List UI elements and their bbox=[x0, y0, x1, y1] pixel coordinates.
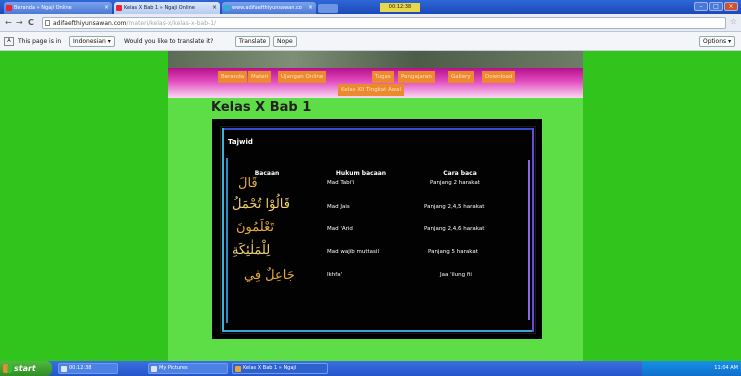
close-icon[interactable]: × bbox=[308, 2, 313, 14]
back-arrow-icon[interactable]: ← bbox=[5, 18, 12, 27]
options-label: Options bbox=[703, 38, 727, 45]
translate-icon: A bbox=[4, 37, 14, 46]
cara-cell: Panjang 2,4,6 harakat bbox=[424, 226, 485, 232]
arabic-word: قَالُوْا تُحْمَلُ bbox=[232, 197, 290, 212]
cara-cell: Jaa 'ilung fii bbox=[440, 272, 472, 278]
site-menu: Beranda Materi Ujangan Online Tugas Peng… bbox=[168, 68, 583, 98]
tab-beranda[interactable]: Beranda » Ngaji Online × bbox=[4, 2, 112, 14]
maximize-button[interactable]: □ bbox=[709, 2, 723, 11]
folder-icon bbox=[151, 366, 157, 372]
translate-button[interactable]: Translate bbox=[235, 36, 271, 47]
hukum-cell: Mad Tabi'i bbox=[327, 180, 355, 186]
tajwid-title: Tajwid bbox=[228, 138, 253, 146]
close-window-button[interactable]: × bbox=[724, 2, 738, 11]
tab-label: Kelas X Bab 1 » Ngaji Online bbox=[124, 5, 195, 11]
task-clock[interactable]: 00:12:38 bbox=[58, 363, 118, 374]
menu-materi[interactable]: Materi bbox=[248, 71, 272, 83]
start-label: start bbox=[14, 364, 36, 373]
task-kelas-x-bab-1[interactable]: Kelas X Bab 1 » Ngaji bbox=[232, 363, 328, 374]
url-host: adifaefthiyunsawan.com bbox=[53, 20, 127, 27]
hukum-cell: Mad wajib muttasil bbox=[327, 249, 379, 255]
arabic-word: لِلْمَلٰئِكَةِ bbox=[232, 243, 271, 258]
reload-icon[interactable]: C bbox=[28, 18, 34, 27]
cara-cell: Panjang 2 harakat bbox=[430, 180, 480, 186]
header-hukum-bacaan: Hukum bacaan bbox=[335, 170, 387, 177]
cara-cell: Panjang 5 harakat bbox=[428, 249, 478, 255]
favicon-icon bbox=[116, 5, 122, 11]
url-path: /materi/kelas-x/kelas-x-bab-1/ bbox=[126, 20, 217, 27]
arabic-word: جَاعِلٌ فِي bbox=[244, 268, 295, 283]
bookmark-star-icon[interactable]: ☆ bbox=[730, 17, 737, 26]
task-label: 00:12:38 bbox=[69, 365, 92, 371]
hukum-cell: Ikhfa' bbox=[327, 272, 343, 278]
arabic-word: تَعْلَمُونَ bbox=[236, 220, 274, 235]
menu-gallery[interactable]: Gallery bbox=[448, 71, 474, 83]
task-my-pictures[interactable]: My Pictures bbox=[148, 363, 228, 374]
favicon-icon bbox=[6, 5, 12, 11]
neon-inner-left bbox=[226, 158, 228, 323]
close-icon[interactable]: × bbox=[104, 2, 109, 14]
minimize-button[interactable]: – bbox=[694, 2, 708, 11]
menu-tugas[interactable]: Tugas bbox=[372, 71, 394, 83]
arabic-word: قَالَ bbox=[238, 176, 258, 191]
translate-question: Would you like to translate it? bbox=[124, 38, 214, 45]
menu-kelas-xii[interactable]: Kelas XII Tingkat Awal bbox=[338, 84, 404, 96]
start-button[interactable]: start bbox=[0, 361, 52, 376]
favicon-icon bbox=[224, 5, 230, 11]
page-icon bbox=[45, 20, 50, 26]
neon-border-top bbox=[222, 128, 534, 130]
translate-prefix: This page is in bbox=[18, 38, 62, 45]
address-toolbar: ← → C adifaefthiyunsawan.com/materi/kela… bbox=[0, 14, 741, 32]
page-title: Kelas X Bab 1 bbox=[211, 100, 312, 115]
language-select[interactable]: Indonesian ▾ bbox=[69, 36, 115, 47]
menu-ujangan-online[interactable]: Ujangan Online bbox=[278, 71, 327, 83]
neon-inner-right bbox=[528, 160, 530, 320]
hukum-cell: Mad 'Arid bbox=[327, 226, 353, 232]
close-icon[interactable]: × bbox=[212, 2, 217, 14]
cara-cell: Panjang 2,4,5 harakat bbox=[424, 204, 485, 210]
language-value: Indonesian bbox=[73, 38, 106, 45]
tab-label: Beranda » Ngaji Online bbox=[14, 5, 72, 11]
task-label: My Pictures bbox=[159, 365, 188, 371]
forward-arrow-icon[interactable]: → bbox=[16, 18, 23, 27]
windows-logo-icon bbox=[3, 364, 12, 373]
task-label: Kelas X Bab 1 » Ngaji bbox=[243, 365, 297, 371]
hukum-cell: Mad Jais bbox=[327, 204, 350, 210]
tray-clock[interactable]: 11:04 AM bbox=[714, 365, 738, 371]
nope-button[interactable]: Nope bbox=[273, 36, 297, 47]
browser-titlebar: Beranda » Ngaji Online × Kelas X Bab 1 »… bbox=[0, 0, 741, 14]
tab-kelas-x-bab-1[interactable]: Kelas X Bab 1 » Ngaji Online × bbox=[114, 2, 220, 14]
app-icon bbox=[61, 366, 67, 372]
header-cara-baca: Cara baca bbox=[443, 170, 477, 177]
neon-border-bottom bbox=[222, 330, 534, 332]
translate-bar: A This page is in Indonesian ▾ Would you… bbox=[0, 32, 741, 51]
menu-download[interactable]: Download bbox=[482, 71, 516, 83]
neon-border-right bbox=[532, 128, 534, 332]
menu-pengajaran[interactable]: Pengajaran bbox=[398, 71, 435, 83]
url-input[interactable]: adifaefthiyunsawan.com/materi/kelas-x/ke… bbox=[42, 17, 726, 29]
browser-icon bbox=[235, 366, 241, 372]
tab-adifaefthiyunsawan[interactable]: www.adifaefthiyunsawan.co × bbox=[222, 2, 316, 14]
tab-label: www.adifaefthiyunsawan.co bbox=[232, 5, 302, 11]
system-tray: 11:04 AM bbox=[642, 361, 741, 376]
neon-border-left bbox=[222, 128, 224, 332]
options-button[interactable]: Options ▾ bbox=[699, 36, 736, 47]
clock-display: 00:12:38 bbox=[380, 3, 420, 12]
new-tab-button[interactable] bbox=[318, 4, 338, 13]
menu-beranda[interactable]: Beranda bbox=[218, 71, 248, 83]
